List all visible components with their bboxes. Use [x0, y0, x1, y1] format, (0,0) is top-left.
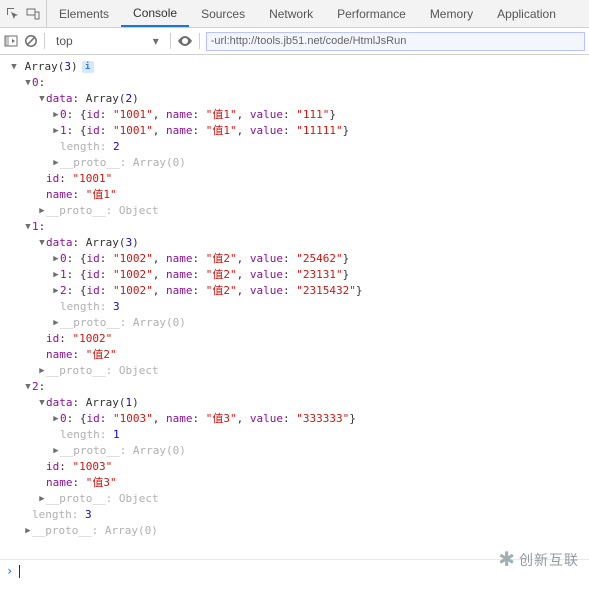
- prompt-caret-icon: ›: [6, 564, 13, 578]
- expand-icon[interactable]: ▶: [52, 123, 60, 139]
- tree-node[interactable]: ▼data: Array(3): [38, 235, 587, 251]
- tab-elements[interactable]: Elements: [47, 0, 121, 27]
- tab-performance[interactable]: Performance: [325, 0, 418, 27]
- devtools-tabs: ElementsConsoleSourcesNetworkPerformance…: [47, 0, 568, 27]
- tab-network[interactable]: Network: [257, 0, 325, 27]
- expand-icon[interactable]: ▶: [38, 491, 46, 507]
- info-badge[interactable]: i: [82, 61, 94, 73]
- separator: [170, 33, 171, 49]
- tree-node[interactable]: ▼data: Array(1): [38, 395, 587, 411]
- watermark: ✱ 创新互联: [498, 547, 579, 572]
- tree-node[interactable]: ▶0: {id: "1003", name: "值3", value: "333…: [52, 411, 587, 427]
- expand-icon[interactable]: ▶: [52, 107, 60, 123]
- filter-input[interactable]: [206, 32, 585, 51]
- tab-console[interactable]: Console: [121, 0, 189, 27]
- collapse-icon[interactable]: ▼: [24, 219, 32, 235]
- tree-node[interactable]: ▶2: {id: "1002", name: "值2", value: "231…: [52, 283, 587, 299]
- tree-node[interactable]: ▶__proto__: Object: [38, 491, 587, 507]
- tree-node[interactable]: length: 3: [24, 507, 587, 523]
- gear-icon: ✱: [498, 547, 515, 572]
- tree-node[interactable]: id: "1002": [38, 331, 587, 347]
- collapse-icon[interactable]: ▼: [24, 75, 32, 91]
- chevron-down-icon: ▾: [153, 34, 159, 48]
- tree-node[interactable]: ▼ Array(3)i: [10, 59, 587, 75]
- devtools-main-toolbar: ElementsConsoleSourcesNetworkPerformance…: [0, 0, 589, 28]
- collapse-icon[interactable]: ▼: [38, 91, 46, 107]
- tree-node[interactable]: ▶0: {id: "1001", name: "值1", value: "111…: [52, 107, 587, 123]
- watermark-text: 创新互联: [519, 550, 579, 570]
- tree-node[interactable]: ▼1:: [24, 219, 587, 235]
- expand-icon[interactable]: ▶: [52, 315, 60, 331]
- separator: [199, 33, 200, 49]
- console-subtoolbar: top ▾: [0, 28, 589, 55]
- collapse-icon[interactable]: ▼: [10, 59, 18, 75]
- tree-node[interactable]: id: "1003": [38, 459, 587, 475]
- tree-node[interactable]: ▶__proto__: Array(0): [52, 315, 587, 331]
- expand-icon[interactable]: ▶: [52, 283, 60, 299]
- tree-node[interactable]: ▶__proto__: Array(0): [24, 523, 587, 539]
- tab-sources[interactable]: Sources: [189, 0, 257, 27]
- toggle-sidebar-icon[interactable]: [4, 35, 18, 47]
- tree-node[interactable]: ▼0:: [24, 75, 587, 91]
- device-icon[interactable]: [26, 7, 40, 21]
- tree-node[interactable]: length: 2: [52, 139, 587, 155]
- tree-node[interactable]: ▶1: {id: "1001", name: "值1", value: "111…: [52, 123, 587, 139]
- tree-node[interactable]: length: 3: [52, 299, 587, 315]
- tree-node[interactable]: ▶__proto__: Object: [38, 203, 587, 219]
- tree-node[interactable]: ▶__proto__: Object: [38, 363, 587, 379]
- context-label: top: [56, 34, 73, 48]
- inspect-icon[interactable]: [6, 7, 20, 21]
- console-output: ▼ Array(3)i▼0:▼data: Array(2)▶0: {id: "1…: [0, 55, 589, 559]
- tree-node[interactable]: name: "值3": [38, 475, 587, 491]
- tree-node[interactable]: ▶0: {id: "1002", name: "值2", value: "254…: [52, 251, 587, 267]
- context-selector[interactable]: top ▾: [51, 32, 164, 50]
- tree-node[interactable]: name: "值2": [38, 347, 587, 363]
- tree-node[interactable]: name: "值1": [38, 187, 587, 203]
- expand-icon[interactable]: ▶: [24, 523, 32, 539]
- collapse-icon[interactable]: ▼: [38, 395, 46, 411]
- expand-icon[interactable]: ▶: [52, 267, 60, 283]
- clear-console-icon[interactable]: [24, 34, 38, 48]
- tree-node[interactable]: ▶1: {id: "1002", name: "值2", value: "231…: [52, 267, 587, 283]
- expand-icon[interactable]: ▶: [52, 155, 60, 171]
- tab-application[interactable]: Application: [485, 0, 568, 27]
- toolbar-left-icons: [0, 0, 47, 27]
- expand-icon[interactable]: ▶: [38, 203, 46, 219]
- collapse-icon[interactable]: ▼: [24, 379, 32, 395]
- expand-icon[interactable]: ▶: [52, 411, 60, 427]
- tree-node[interactable]: ▼2:: [24, 379, 587, 395]
- expand-icon[interactable]: ▶: [52, 443, 60, 459]
- tree-node[interactable]: ▼data: Array(2): [38, 91, 587, 107]
- text-cursor: [19, 565, 20, 578]
- tree-node[interactable]: ▶__proto__: Array(0): [52, 443, 587, 459]
- tab-memory[interactable]: Memory: [418, 0, 485, 27]
- tree-node[interactable]: ▶__proto__: Array(0): [52, 155, 587, 171]
- expand-icon[interactable]: ▶: [38, 363, 46, 379]
- eye-icon[interactable]: [177, 35, 193, 47]
- expand-icon[interactable]: ▶: [52, 251, 60, 267]
- tree-node[interactable]: length: 1: [52, 427, 587, 443]
- collapse-icon[interactable]: ▼: [38, 235, 46, 251]
- separator: [44, 33, 45, 49]
- tree-node[interactable]: id: "1001": [38, 171, 587, 187]
